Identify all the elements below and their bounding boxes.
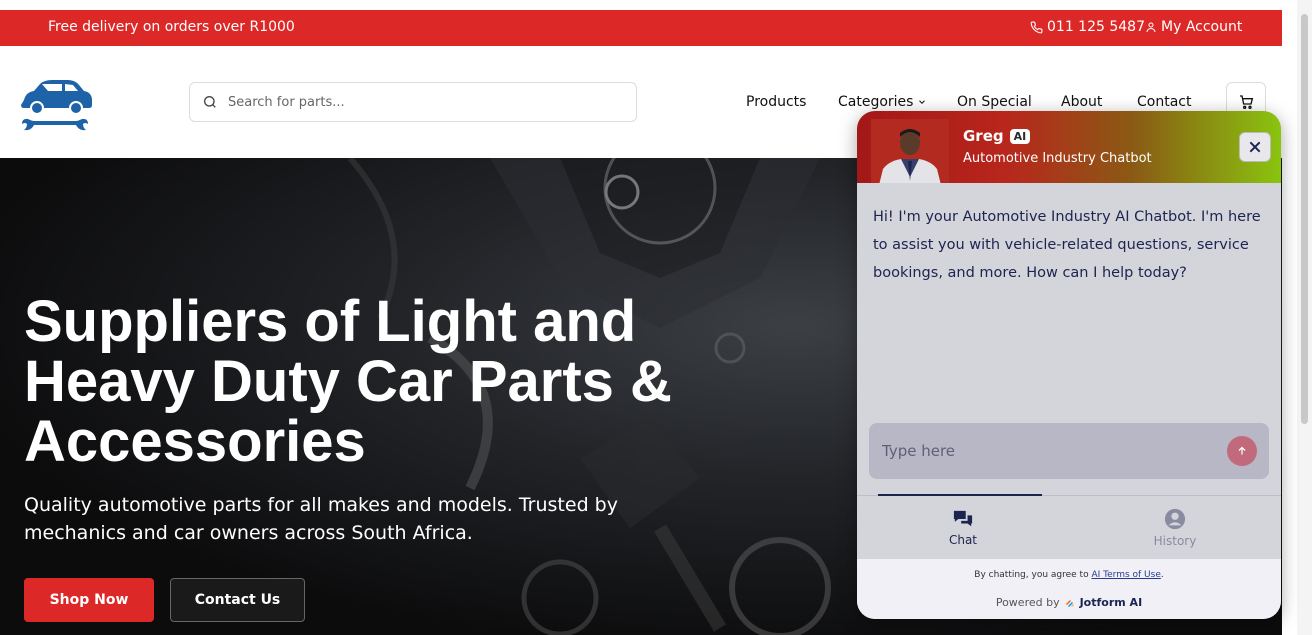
agent-name-text: Greg xyxy=(963,127,1004,145)
user-icon xyxy=(1146,22,1156,33)
chat-message-input[interactable] xyxy=(882,442,1212,460)
phone-icon xyxy=(1030,21,1043,33)
chat-tab-bar: Chat History xyxy=(857,494,1281,560)
phone-number: 011 125 5487 xyxy=(1047,19,1145,35)
chat-agent-name: Greg AI xyxy=(963,127,1031,145)
tab-history[interactable]: History xyxy=(1069,496,1281,560)
chevron-down-icon xyxy=(919,100,926,104)
nav-categories-label: Categories xyxy=(838,94,914,110)
jotform-logo-icon xyxy=(1065,599,1074,607)
top-promo-bar: Free delivery on orders over R1000 011 1… xyxy=(0,10,1282,46)
powered-by-label: Powered by xyxy=(995,596,1060,609)
chat-header: Greg AI Automotive Industry Chatbot xyxy=(857,111,1281,185)
close-icon xyxy=(1249,141,1261,153)
car-wrench-logo[interactable] xyxy=(18,72,94,132)
scrollbar-thumb[interactable] xyxy=(1301,14,1308,424)
contact-us-button[interactable]: Contact Us xyxy=(170,578,305,622)
chatbot-widget: Greg AI Automotive Industry Chatbot Hi! … xyxy=(857,111,1281,619)
send-button[interactable] xyxy=(1227,436,1257,466)
nav-products[interactable]: Products xyxy=(746,94,806,110)
cart-icon xyxy=(1240,95,1254,109)
nav-on-special[interactable]: On Special xyxy=(957,94,1032,110)
agent-avatar xyxy=(871,119,949,185)
hero-title: Suppliers of Light and Heavy Duty Car Pa… xyxy=(24,289,672,474)
ai-badge: AI xyxy=(1009,128,1031,144)
my-account-label: My Account xyxy=(1161,19,1243,35)
chat-close-button[interactable] xyxy=(1239,132,1271,162)
tab-chat-label: Chat xyxy=(948,533,978,547)
nav-about[interactable]: About xyxy=(1061,94,1102,110)
jotform-ai-brand[interactable]: Jotform AI xyxy=(1080,596,1143,609)
hero-subtitle: Quality automotive parts for all makes a… xyxy=(24,494,618,544)
terms-suffix: . xyxy=(1160,570,1164,580)
shop-now-button[interactable]: Shop Now xyxy=(24,578,154,622)
my-account-link[interactable]: My Account xyxy=(1145,19,1242,35)
chat-messages: Hi! I'm your Automotive Industry AI Chat… xyxy=(857,183,1281,423)
search-icon xyxy=(204,96,216,108)
chat-agent-role: Automotive Industry Chatbot xyxy=(963,151,1152,166)
search-input[interactable] xyxy=(228,94,608,110)
chat-input-box[interactable] xyxy=(869,423,1269,479)
phone-link[interactable]: 011 125 5487 xyxy=(1030,19,1145,35)
powered-by: Powered by Jotform AI xyxy=(857,596,1281,609)
terms-notice: By chatting, you agree to AI Terms of Us… xyxy=(857,570,1281,580)
nav-contact[interactable]: Contact xyxy=(1137,94,1191,110)
chat-bubbles-icon xyxy=(953,510,973,527)
tab-chat[interactable]: Chat xyxy=(857,494,1069,560)
free-delivery-text: Free delivery on orders over R1000 xyxy=(48,19,295,35)
search-bar[interactable] xyxy=(189,82,637,122)
nav-categories[interactable]: Categories xyxy=(838,94,927,110)
chat-footer: By chatting, you agree to AI Terms of Us… xyxy=(857,559,1281,619)
arrow-up-icon xyxy=(1238,446,1246,455)
terms-prefix: By chatting, you agree to xyxy=(974,570,1089,580)
ai-terms-link[interactable]: AI Terms of Use xyxy=(1091,570,1160,580)
page-scrollbar[interactable] xyxy=(1297,0,1312,635)
chat-greeting-message: Hi! I'm your Automotive Industry AI Chat… xyxy=(873,209,1261,281)
tab-history-label: History xyxy=(1153,534,1197,548)
user-circle-icon xyxy=(1164,508,1186,530)
